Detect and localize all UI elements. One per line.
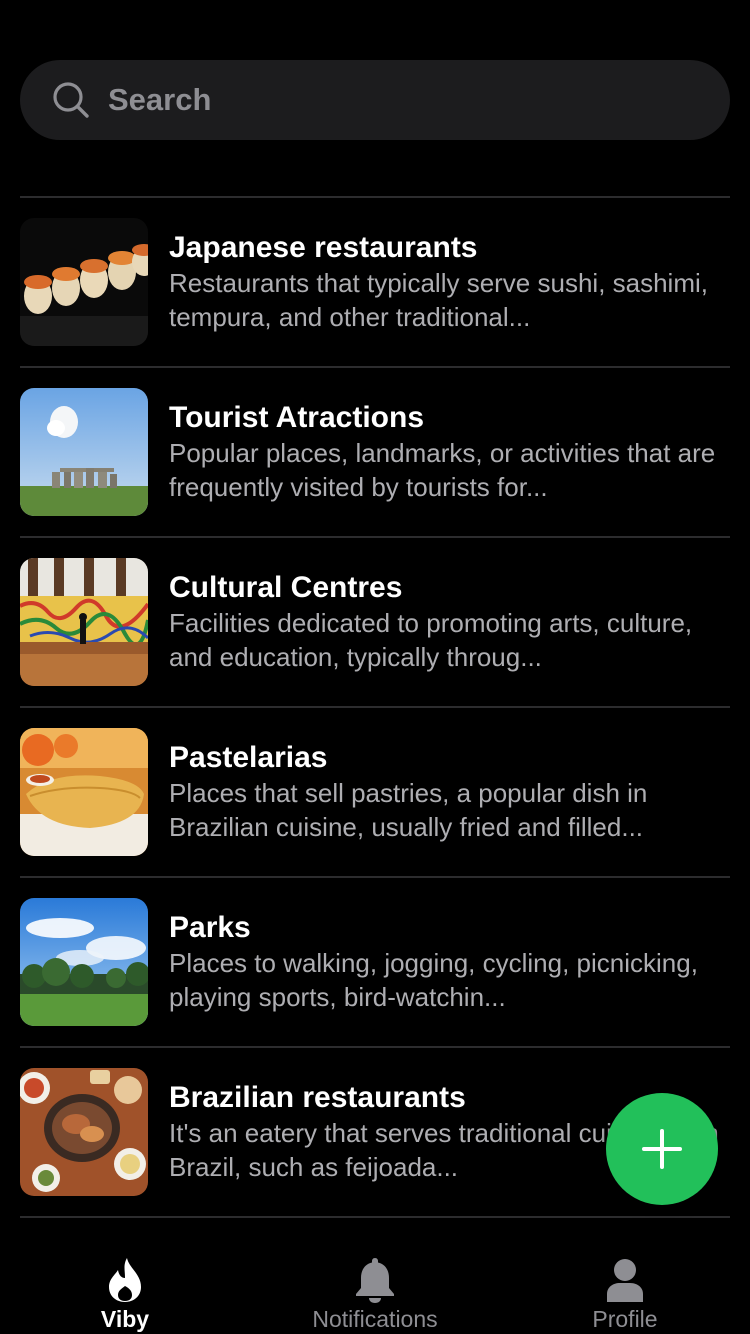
tab-profile[interactable]: Profile: [500, 1256, 750, 1332]
brazilian-food-photo: [20, 1068, 148, 1196]
list-item-tourist-atractions[interactable]: Tourist Atractions Popular places, landm…: [20, 368, 730, 538]
item-description: Facilities dedicated to promoting arts, …: [169, 608, 693, 672]
item-title: Parks: [169, 911, 251, 944]
person-icon: [607, 1259, 643, 1302]
bell-icon: [356, 1258, 394, 1303]
list-item-cultural-centres[interactable]: Cultural Centres Facilities dedicated to…: [20, 538, 730, 708]
sushi-photo: [20, 218, 148, 346]
tab-label: Notifications: [312, 1306, 438, 1332]
tab-label: Viby: [100, 1306, 150, 1332]
search-bar[interactable]: [20, 60, 730, 140]
plus-icon: [642, 1129, 682, 1169]
item-title: Pastelarias: [169, 741, 328, 774]
list-item-japanese-restaurants[interactable]: Japanese restaurants Restaurants that ty…: [20, 198, 730, 368]
list-item-parks[interactable]: Parks Places to walking, jogging, cyclin…: [20, 878, 730, 1048]
item-description: Places to walking, jogging, cycling, pic…: [169, 948, 698, 1012]
tab-viby[interactable]: Viby: [0, 1256, 250, 1332]
item-description: Places that sell pastries, a popular dis…: [169, 778, 648, 842]
item-description: Popular places, landmarks, or activities…: [169, 438, 716, 502]
tab-bar: Viby Notifications Profile: [0, 1246, 750, 1334]
tab-label: Profile: [592, 1306, 658, 1332]
search-input[interactable]: [108, 82, 668, 118]
item-title: Cultural Centres: [169, 571, 403, 604]
item-title: Japanese restaurants: [169, 231, 478, 264]
gallery-photo: [20, 558, 148, 686]
pastel-photo: [20, 728, 148, 856]
stonehenge-photo: [20, 388, 148, 516]
category-list: Japanese restaurants Restaurants that ty…: [20, 196, 730, 1218]
list-item-pastelarias[interactable]: Pastelarias Places that sell pastries, a…: [20, 708, 730, 878]
item-description: Restaurants that typically serve sushi, …: [169, 268, 708, 332]
park-photo: [20, 898, 148, 1026]
item-title: Tourist Atractions: [169, 401, 425, 434]
flame-icon: [109, 1258, 141, 1302]
search-icon: [53, 82, 89, 118]
tab-notifications[interactable]: Notifications: [250, 1256, 500, 1332]
add-button[interactable]: [606, 1093, 718, 1205]
